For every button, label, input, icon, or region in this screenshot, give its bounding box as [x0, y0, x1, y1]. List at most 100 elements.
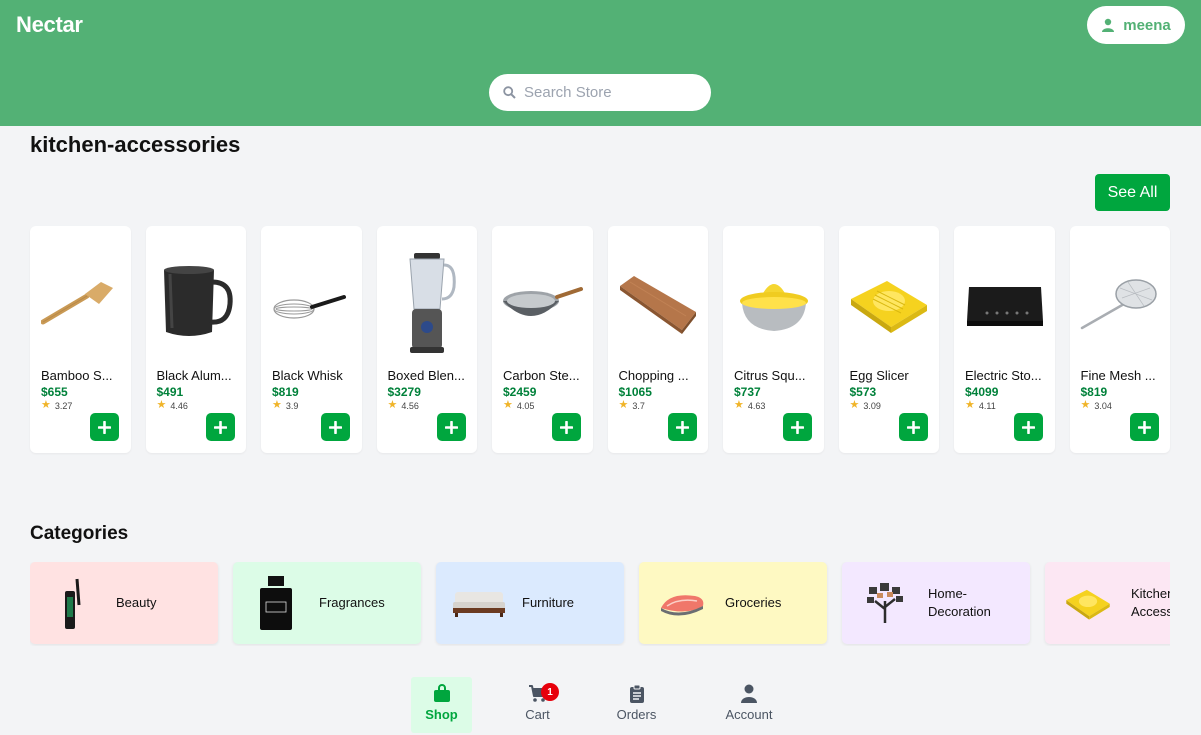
product-card[interactable]: Citrus Squ... $737 ★ 4.63: [723, 226, 824, 453]
product-price: $1065: [618, 385, 652, 399]
product-price: $3279: [387, 385, 421, 399]
rating-value: 4.56: [401, 400, 419, 411]
product-card[interactable]: Carbon Ste... $2459 ★ 4.05: [492, 226, 593, 453]
product-rating: ★ 3.7: [619, 400, 645, 411]
user-icon: [741, 684, 757, 703]
product-rating: ★ 4.05: [503, 400, 534, 411]
product-name: Carbon Ste...: [503, 368, 580, 383]
user-name: meena: [1123, 16, 1171, 34]
photo-tree-icon: [842, 562, 928, 644]
clipboard-list-icon: [629, 684, 644, 703]
rating-value: 3.09: [863, 400, 881, 411]
nav-cart[interactable]: Cart 1: [507, 677, 568, 733]
boxed-blender-image: [385, 246, 470, 361]
product-card[interactable]: Black Whisk $819 ★ 3.9: [261, 226, 362, 453]
rating-value: 3.9: [285, 400, 299, 411]
product-card[interactable]: Black Alum... $491 ★ 4.46: [145, 226, 246, 453]
add-to-cart-button[interactable]: [1014, 413, 1043, 441]
plus-icon: [98, 420, 111, 434]
fine-mesh-strainer-image: [1078, 246, 1163, 361]
mascara-icon: [30, 562, 116, 644]
plus-icon: [906, 420, 920, 434]
perfume-bottle-icon: [233, 562, 319, 644]
app-header: Nectar meena: [0, 0, 1201, 126]
category-fragrances[interactable]: Fragrances: [233, 562, 421, 644]
search-input[interactable]: [524, 84, 694, 101]
user-icon: [1102, 18, 1115, 32]
add-to-cart-button[interactable]: [1129, 413, 1159, 441]
star-icon: ★: [965, 399, 975, 411]
category-furniture[interactable]: Furniture: [436, 562, 624, 644]
product-name: Electric Sto...: [965, 368, 1042, 383]
product-rating: ★ 4.46: [157, 400, 188, 411]
category-label: Furniture: [522, 595, 575, 610]
add-to-cart-button[interactable]: [783, 413, 812, 441]
nav-account[interactable]: Account: [716, 677, 782, 733]
star-icon: ★: [849, 399, 860, 411]
product-card[interactable]: Boxed Blen... $3279 ★ 4.56: [376, 226, 477, 453]
black-aluminium-cup-image: [154, 246, 239, 361]
product-rating: ★ 3.27: [41, 400, 72, 411]
plus-icon: [444, 420, 458, 434]
see-all-button[interactable]: See All: [1095, 174, 1170, 211]
rating-value: 4.46: [170, 400, 188, 411]
nav-orders[interactable]: Orders: [606, 677, 667, 733]
citrus-squeezer-image: [731, 246, 816, 361]
add-to-cart-button[interactable]: [321, 413, 350, 441]
product-rating: ★ 4.63: [734, 400, 765, 411]
category-groceries[interactable]: Groceries: [639, 562, 827, 644]
product-name: Chopping ...: [618, 368, 689, 383]
add-to-cart-button[interactable]: [667, 413, 697, 441]
category-home-decoration[interactable]: Home- Decoration: [842, 562, 1030, 644]
user-menu-button[interactable]: meena: [1087, 6, 1185, 44]
product-name: Black Alum...: [156, 368, 232, 383]
rating-value: 4.11: [978, 400, 996, 411]
nav-cart-label: Cart: [525, 707, 550, 722]
product-price: $4099: [965, 385, 999, 399]
star-icon: ★: [734, 399, 744, 411]
category-list: Beauty Fragrances Furniture Groceries Ho…: [30, 562, 1170, 646]
category-kitchen-accessories[interactable]: Kitchen- Accessories: [1045, 562, 1170, 644]
plus-icon: [329, 420, 342, 434]
product-name: Bamboo S...: [41, 368, 113, 383]
star-icon: ★: [41, 399, 51, 411]
egg-slicer-image: [847, 246, 932, 361]
category-label: Beauty: [116, 595, 157, 610]
nav-shop[interactable]: Shop: [411, 677, 472, 733]
categories-title: Categories: [30, 523, 129, 544]
category-beauty[interactable]: Beauty: [30, 562, 218, 644]
product-card[interactable]: Electric Sto... $4099 ★ 4.11: [954, 226, 1055, 453]
plus-icon: [560, 420, 573, 434]
star-icon: ★: [156, 399, 167, 411]
add-to-cart-button[interactable]: [898, 413, 928, 441]
category-label: Kitchen- Accessories: [1131, 586, 1170, 619]
electric-stove-image: [962, 246, 1047, 361]
nav-account-label: Account: [725, 707, 773, 722]
category-label: Groceries: [725, 595, 782, 610]
star-icon: ★: [503, 399, 513, 411]
search-bar[interactable]: [489, 74, 711, 111]
plus-icon: [791, 420, 804, 434]
rating-value: 4.63: [747, 400, 766, 411]
add-to-cart-button[interactable]: [90, 413, 119, 441]
product-price: $2459: [503, 385, 537, 399]
add-to-cart-button[interactable]: [552, 413, 581, 441]
product-name: Citrus Squ...: [734, 368, 806, 383]
add-to-cart-button[interactable]: [205, 413, 235, 441]
add-to-cart-button[interactable]: [436, 413, 466, 441]
product-card[interactable]: Bamboo S... $655 ★ 3.27: [30, 226, 131, 453]
section-title: kitchen-accessories: [30, 132, 241, 157]
brand-logo[interactable]: Nectar: [16, 12, 83, 38]
product-card[interactable]: Chopping ... $1065 ★ 3.7: [607, 226, 708, 453]
product-price: $819: [272, 385, 299, 399]
product-card[interactable]: Egg Slicer $573 ★ 3.09: [838, 226, 939, 453]
shopping-bag-icon: [433, 684, 450, 702]
product-rating: ★ 3.9: [272, 400, 298, 411]
star-icon: ★: [618, 399, 629, 411]
product-card[interactable]: Fine Mesh ... $819 ★ 3.04: [1069, 226, 1170, 453]
fish-steak-icon: [639, 562, 725, 644]
product-rating: ★ 4.11: [965, 400, 996, 411]
product-price: $573: [849, 385, 877, 399]
product-rating: ★ 3.04: [1081, 400, 1112, 411]
rating-value: 3.7: [632, 400, 645, 411]
